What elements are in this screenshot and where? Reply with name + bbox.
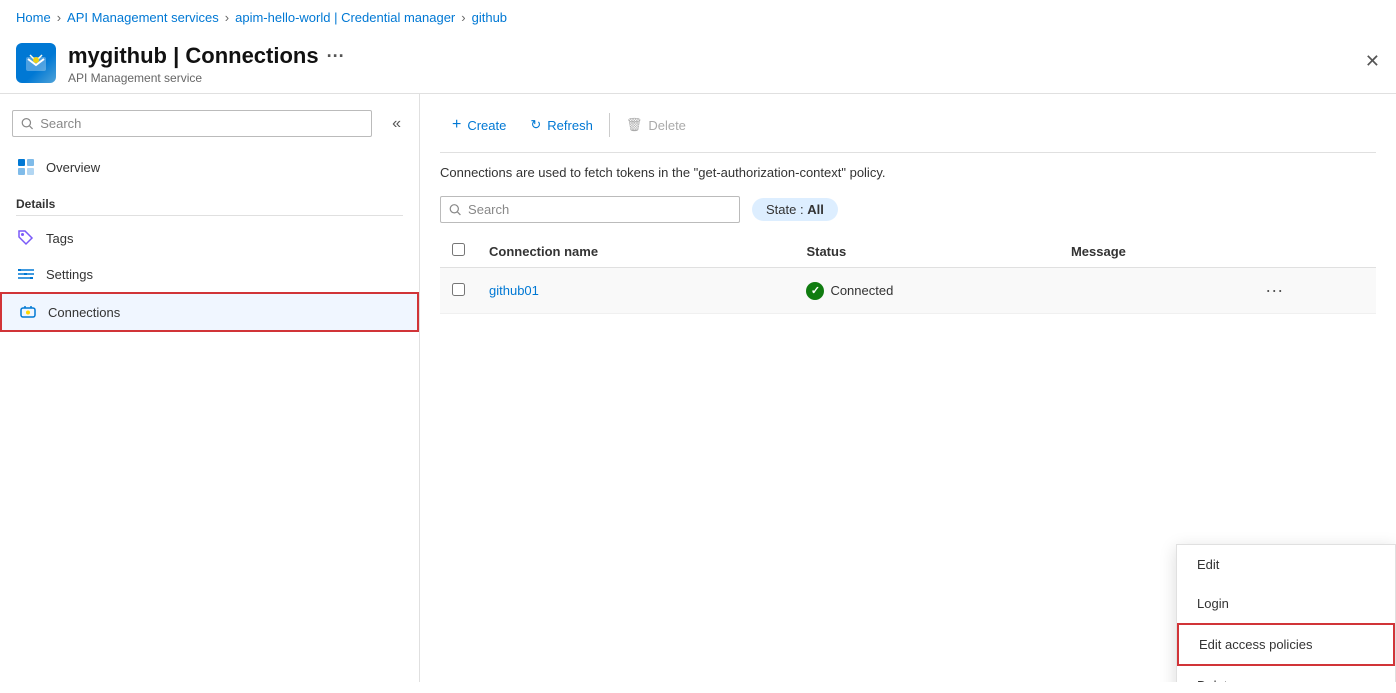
breadcrumb-github[interactable]: github bbox=[472, 10, 507, 25]
create-button[interactable]: + Create bbox=[440, 110, 518, 140]
sidebar-item-overview[interactable]: Overview bbox=[0, 149, 419, 185]
row-more-button[interactable]: ··· bbox=[1259, 278, 1289, 303]
main-layout: « Overview Details Tags Set bbox=[0, 94, 1396, 682]
context-menu-edit[interactable]: Edit bbox=[1177, 545, 1395, 584]
context-menu-edit-access-policies[interactable]: Edit access policies bbox=[1177, 623, 1395, 666]
main-content: + Create ↻ Refresh 🗑 Delete Connections … bbox=[420, 94, 1396, 682]
filter-row: State : All bbox=[440, 196, 1376, 223]
status-connected-badge: Connected bbox=[806, 282, 1047, 300]
sidebar-nav: Overview Details Tags Settings bbox=[0, 149, 419, 332]
settings-icon bbox=[16, 264, 36, 284]
tags-icon bbox=[16, 228, 36, 248]
page-description: Connections are used to fetch tokens in … bbox=[440, 165, 1376, 180]
more-options-button[interactable]: ··· bbox=[327, 46, 345, 67]
context-menu-delete[interactable]: Delete bbox=[1177, 666, 1395, 682]
table-header-status: Status bbox=[794, 235, 1059, 268]
context-menu: Edit Login Edit access policies Delete bbox=[1176, 544, 1396, 682]
table-search-input[interactable] bbox=[468, 202, 731, 217]
refresh-button[interactable]: ↻ Refresh bbox=[518, 111, 604, 139]
sidebar-item-tags[interactable]: Tags bbox=[0, 220, 419, 256]
header-title-block: mygithub | Connections ··· API Managemen… bbox=[68, 43, 345, 85]
sidebar-overview-label: Overview bbox=[46, 160, 100, 175]
sidebar-divider bbox=[16, 215, 403, 216]
sidebar-search-icon bbox=[21, 117, 34, 131]
table-search-icon bbox=[449, 203, 462, 217]
context-menu-login[interactable]: Login bbox=[1177, 584, 1395, 623]
sidebar-search-input[interactable] bbox=[40, 116, 363, 131]
select-all-checkbox[interactable] bbox=[452, 243, 465, 256]
sidebar-item-connections[interactable]: Connections bbox=[0, 292, 419, 332]
breadcrumb-apim-services[interactable]: API Management services bbox=[67, 10, 219, 25]
table-header-connection-name: Connection name bbox=[477, 235, 794, 268]
toolbar-separator bbox=[609, 113, 610, 137]
service-icon bbox=[16, 43, 56, 83]
connections-table: Connection name Status Message github01 bbox=[440, 235, 1376, 314]
page-subtitle: API Management service bbox=[68, 71, 345, 85]
delete-icon: 🗑 bbox=[626, 117, 643, 133]
connection-message-cell bbox=[1059, 268, 1247, 314]
sidebar-section-details: Details bbox=[0, 185, 419, 215]
table-row: github01 Connected ··· bbox=[440, 268, 1376, 314]
close-button[interactable]: ✕ bbox=[1365, 51, 1380, 72]
sidebar: « Overview Details Tags Set bbox=[0, 94, 420, 682]
table-search-box[interactable] bbox=[440, 196, 740, 223]
sidebar-settings-label: Settings bbox=[46, 267, 93, 282]
sidebar-search-row: « bbox=[0, 106, 419, 149]
page-header: mygithub | Connections ··· API Managemen… bbox=[0, 35, 1396, 94]
delete-button[interactable]: 🗑 Delete bbox=[614, 111, 698, 139]
sidebar-tags-label: Tags bbox=[46, 231, 73, 246]
page-title: mygithub | Connections ··· bbox=[68, 43, 345, 69]
sidebar-connections-label: Connections bbox=[48, 305, 120, 320]
table-header-message: Message bbox=[1059, 235, 1247, 268]
connection-status-cell: Connected bbox=[794, 268, 1059, 314]
breadcrumb-credential-manager[interactable]: apim-hello-world | Credential manager bbox=[235, 10, 455, 25]
create-icon: + bbox=[452, 116, 461, 134]
table-header: Connection name Status Message bbox=[440, 235, 1376, 268]
sidebar-item-settings[interactable]: Settings bbox=[0, 256, 419, 292]
breadcrumb: Home › API Management services › apim-he… bbox=[0, 0, 1396, 35]
state-filter-badge[interactable]: State : All bbox=[752, 198, 838, 221]
table-header-checkbox bbox=[440, 235, 477, 268]
row-checkbox[interactable] bbox=[452, 283, 465, 296]
toolbar: + Create ↻ Refresh 🗑 Delete bbox=[440, 110, 1376, 153]
connection-name-link[interactable]: github01 bbox=[489, 283, 539, 298]
breadcrumb-home[interactable]: Home bbox=[16, 10, 51, 25]
refresh-icon: ↻ bbox=[530, 117, 541, 133]
connections-icon bbox=[18, 302, 38, 322]
table-body: github01 Connected ··· bbox=[440, 268, 1376, 314]
collapse-sidebar-button[interactable]: « bbox=[386, 113, 407, 135]
connected-dot-icon bbox=[806, 282, 824, 300]
row-checkbox-cell bbox=[440, 268, 477, 314]
connection-name-cell: github01 bbox=[477, 268, 794, 314]
sidebar-search-box[interactable] bbox=[12, 110, 372, 137]
table-header-actions bbox=[1247, 235, 1376, 268]
overview-icon bbox=[16, 157, 36, 177]
connection-actions-cell: ··· bbox=[1247, 268, 1376, 314]
